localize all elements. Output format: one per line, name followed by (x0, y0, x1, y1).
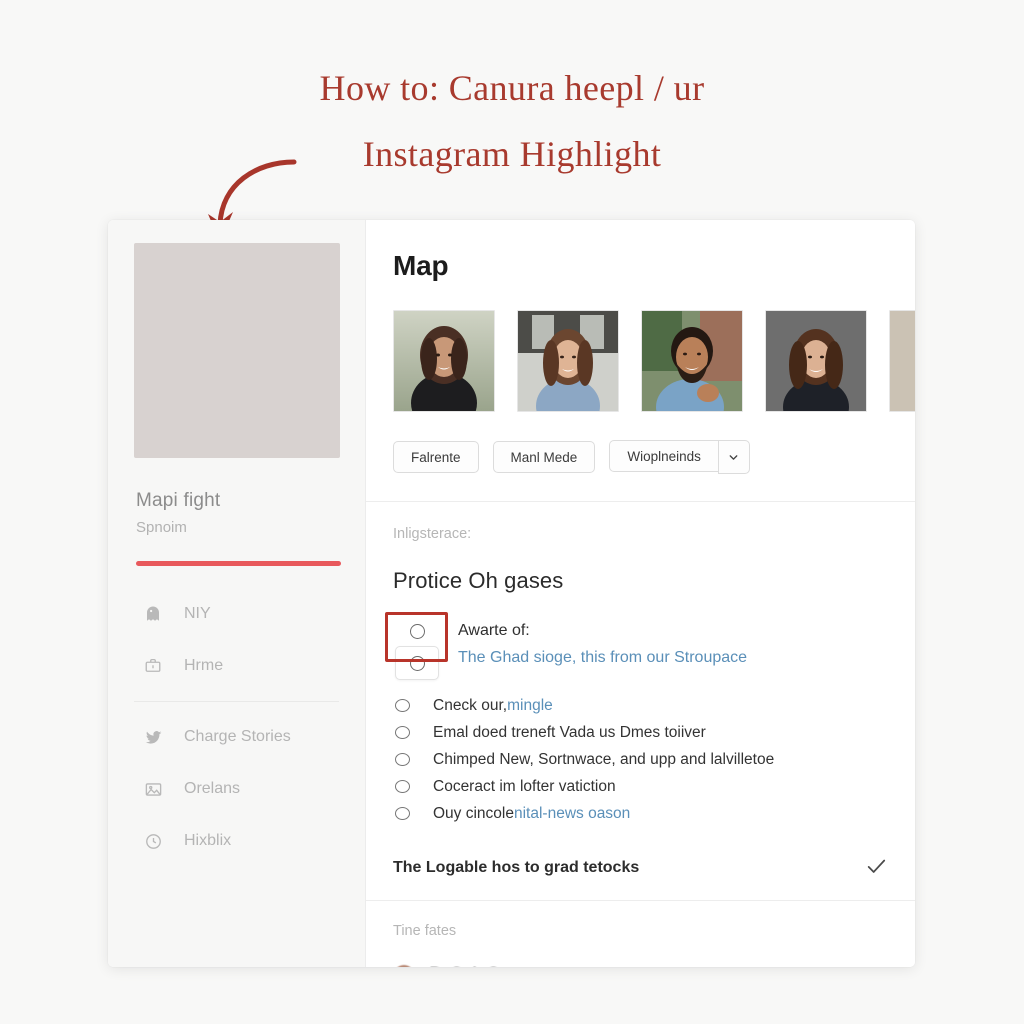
section-heading: Protice Oh gases (393, 568, 564, 593)
footer-row: The Logable hos to grad tetocks (366, 849, 915, 887)
radio-icon (395, 780, 410, 793)
button-falrente[interactable]: Falrente (393, 441, 479, 473)
sidebar-item-label: Hixblix (184, 832, 232, 849)
highlighted-option-block: Awarte of: The Ghad sioge, this from our… (366, 612, 915, 680)
ghost-icon (142, 603, 164, 625)
main-panel: Map Falrente Manl Mede Wioplneinds Inlig… (366, 220, 915, 967)
bird-icon (142, 726, 164, 748)
radio-stack (395, 618, 439, 680)
footer-label: The Logable hos to grad tetocks (393, 859, 640, 876)
sidebar-item-label: NIY (184, 605, 211, 622)
list-item-label: Coceract im lofter vatiction (433, 777, 616, 795)
tail-text: D C A C (429, 964, 500, 967)
avatar (393, 964, 415, 967)
radio-option-1[interactable] (395, 618, 439, 644)
sidebar-item-charge-stories[interactable]: Charge Stories (108, 711, 365, 763)
list-item[interactable]: Cneck our, mingle (366, 692, 915, 719)
button-wioplneinds[interactable]: Wioplneinds (609, 440, 718, 472)
split-button-group: Wioplneinds (609, 440, 750, 474)
photo-strip (393, 310, 915, 412)
sidebar-item-orelans[interactable]: Orelans (108, 763, 365, 815)
page-title: How to: Canura heepl / ur Instagram High… (319, 68, 705, 174)
option-list: Cneck our, mingle Emal doed treneft Vada… (366, 692, 915, 827)
sidebar-item-label: Charge Stories (184, 728, 291, 745)
list-item[interactable]: Chimped New, Sortnwace, and upp and lalv… (366, 746, 915, 773)
sidebar-item-label: Hrme (184, 657, 224, 674)
list-item[interactable]: Ouy cincole nital-news oason (366, 800, 915, 827)
tail-label: Tine fates (393, 923, 457, 939)
section-divider (366, 501, 915, 502)
meta-label: Inligsterace: (393, 526, 472, 542)
list-item-link[interactable]: mingle (507, 697, 553, 715)
action-button-row: Falrente Manl Mede Wioplneinds (393, 440, 915, 474)
highlight-line-1: Awarte of: (458, 622, 530, 639)
radio-icon (395, 807, 410, 820)
accent-divider (136, 561, 341, 566)
list-item-label: Chimped New, Sortnwace, and upp and lalv… (433, 750, 775, 768)
app-window: Mapi fight Spnoim NIY Hrme Charge Storie… (108, 220, 915, 967)
radio-icon (395, 753, 410, 766)
sidebar-item-hrme[interactable]: Hrme (108, 640, 365, 692)
photo-thumbnail[interactable] (641, 310, 743, 412)
sidebar-nav: NIY Hrme Charge Stories Orelans Hixblix (108, 588, 365, 867)
tail-row[interactable]: D C A C (393, 964, 915, 967)
photo-thumbnail[interactable] (765, 310, 867, 412)
photo-thumbnail[interactable] (517, 310, 619, 412)
list-item-link[interactable]: nital-news oason (514, 805, 630, 823)
profile-image-placeholder (133, 243, 340, 458)
sidebar-item-hixblix[interactable]: Hixblix (108, 815, 365, 867)
main-title: Map (393, 250, 449, 281)
photo-thumbnail[interactable] (393, 310, 495, 412)
image-icon (142, 778, 164, 800)
sidebar: Mapi fight Spnoim NIY Hrme Charge Storie… (108, 220, 366, 967)
list-item-label: Emal doed treneft Vada us Dmes toiiver (433, 723, 706, 741)
highlight-line-2[interactable]: The Ghad sioge, this from our Stroupace (458, 644, 747, 672)
sidebar-divider (134, 701, 339, 702)
list-item-label: Cneck our, (433, 696, 508, 714)
button-manl-mede[interactable]: Manl Mede (492, 441, 596, 473)
section-divider (366, 900, 915, 901)
clock-icon (142, 830, 164, 852)
radio-icon (395, 699, 410, 712)
profile-subtitle: Spnoim (136, 519, 187, 536)
chevron-down-icon[interactable] (717, 440, 750, 474)
check-icon[interactable] (865, 855, 887, 882)
list-item-label: Ouy cincole (433, 804, 514, 822)
highlight-text: Awarte of: The Ghad sioge, this from our… (458, 618, 747, 672)
radio-icon (395, 726, 410, 739)
sidebar-item-label: Orelans (184, 780, 241, 797)
radio-icon (409, 623, 425, 639)
sidebar-item-niy[interactable]: NIY (108, 588, 365, 640)
profile-name: Mapi fight (136, 490, 221, 511)
radio-icon (409, 655, 425, 671)
list-item[interactable]: Emal doed treneft Vada us Dmes toiiver (366, 719, 915, 746)
briefcase-icon (142, 655, 164, 677)
photo-thumbnail[interactable] (889, 310, 915, 412)
radio-option-2[interactable] (395, 646, 439, 680)
list-item[interactable]: Coceract im lofter vatiction (366, 773, 915, 800)
